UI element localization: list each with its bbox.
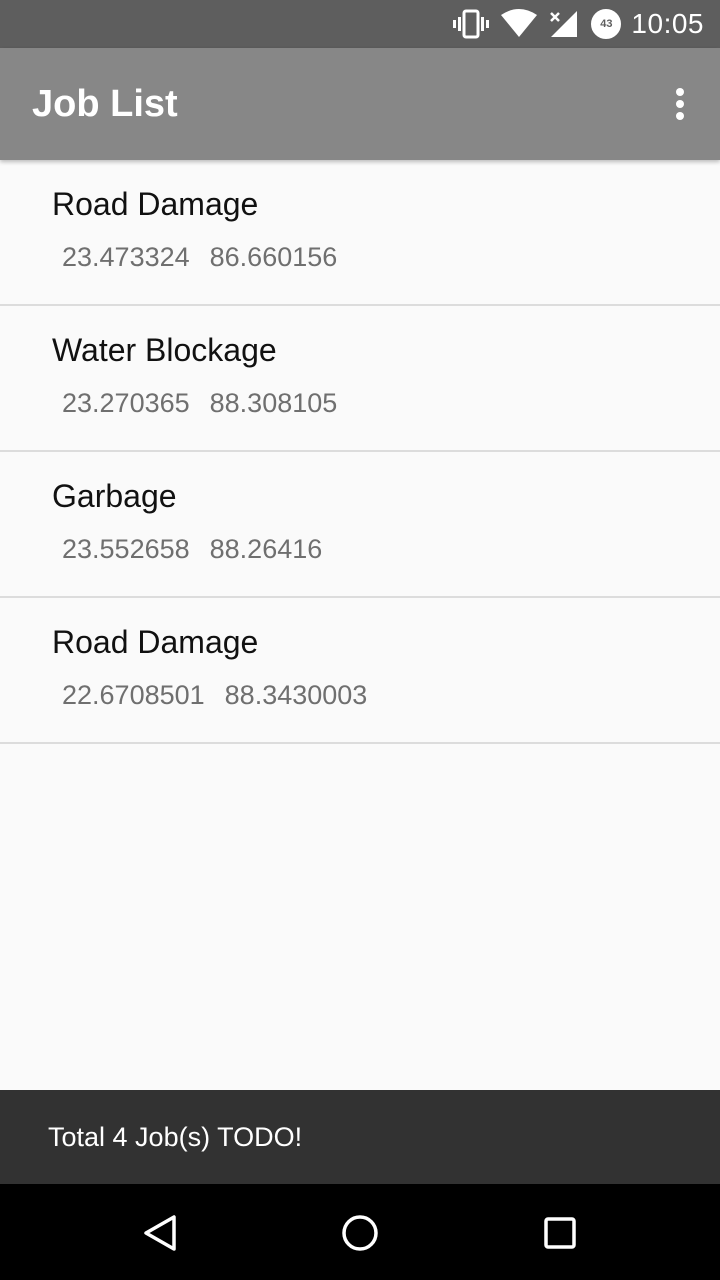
back-icon[interactable] <box>135 1208 185 1258</box>
status-bar: 43 10:05 <box>0 0 720 48</box>
job-latitude: 23.270365 <box>62 388 190 418</box>
wifi-icon <box>501 9 538 39</box>
job-title: Road Damage <box>52 624 259 660</box>
job-latitude: 22.6708501 <box>62 680 205 710</box>
footer-bar: Total 4 Job(s) TODO! <box>0 1090 720 1184</box>
recents-icon[interactable] <box>535 1208 585 1258</box>
job-longitude: 88.3430003 <box>224 680 368 710</box>
job-coordinates: 23.270365 88.308105 <box>62 388 337 419</box>
job-longitude: 86.660156 <box>209 242 338 272</box>
signal-icon <box>549 9 579 39</box>
job-coordinates: 22.6708501 88.3430003 <box>62 680 367 711</box>
job-title: Water Blockage <box>52 332 277 368</box>
home-icon[interactable] <box>335 1208 385 1258</box>
page-title: Job List <box>32 82 178 125</box>
job-list: Road Damage 23.473324 86.660156 Water Bl… <box>0 160 720 744</box>
job-coordinates: 23.552658 88.26416 <box>62 534 322 565</box>
job-title: Garbage <box>52 478 177 514</box>
job-latitude: 23.552658 <box>62 534 190 564</box>
app-bar: Job List <box>0 48 720 160</box>
job-latitude: 23.473324 <box>62 242 190 272</box>
battery-level: 43 <box>600 18 613 30</box>
list-item[interactable]: Road Damage 23.473324 86.660156 <box>0 160 720 306</box>
overflow-menu-icon[interactable] <box>668 86 692 122</box>
list-item[interactable]: Water Blockage 23.270365 88.308105 <box>0 306 720 452</box>
vibrate-icon <box>453 9 490 39</box>
job-longitude: 88.308105 <box>209 388 338 418</box>
job-count-summary: Total 4 Job(s) TODO! <box>48 1121 303 1152</box>
navigation-bar <box>0 1184 720 1280</box>
list-item[interactable]: Road Damage 22.6708501 88.3430003 <box>0 598 720 744</box>
battery-icon: 43 <box>591 9 622 39</box>
job-coordinates: 23.473324 86.660156 <box>62 242 337 273</box>
job-longitude: 88.26416 <box>209 534 323 564</box>
list-item[interactable]: Garbage 23.552658 88.26416 <box>0 452 720 598</box>
status-clock: 10:05 <box>631 8 704 39</box>
job-title: Road Damage <box>52 186 259 222</box>
